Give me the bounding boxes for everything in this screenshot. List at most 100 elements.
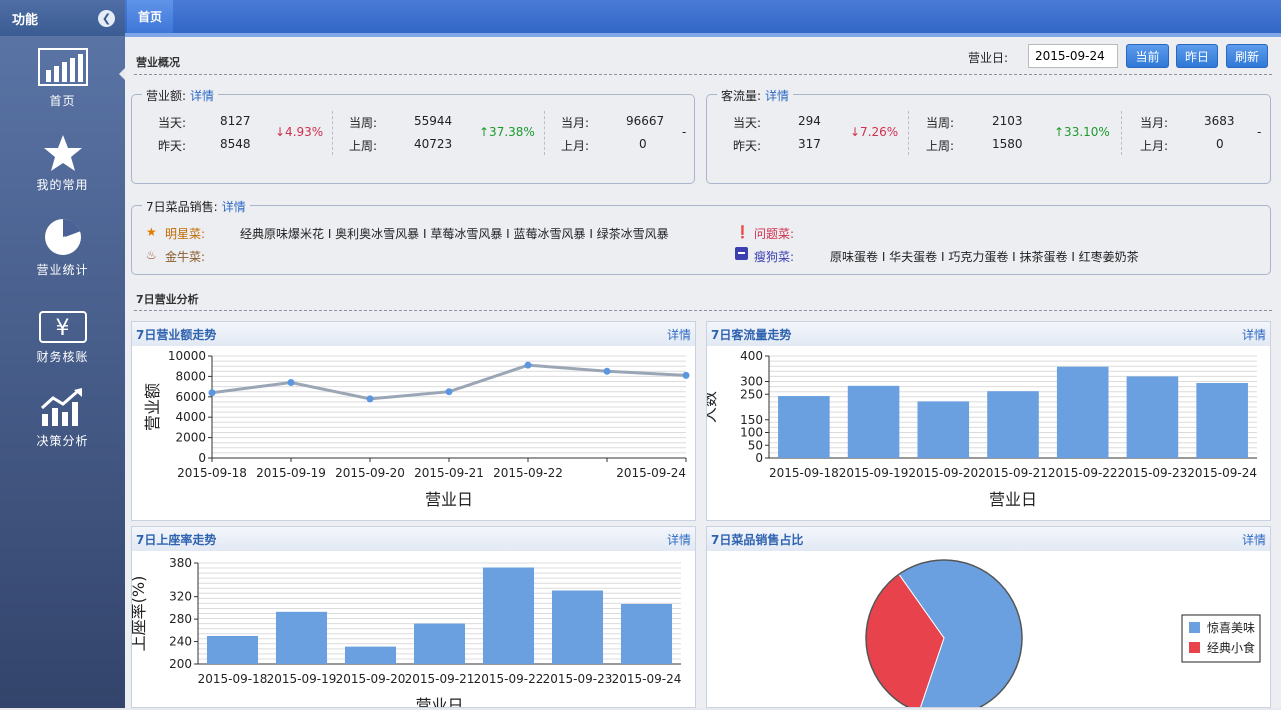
collapse-icon[interactable]: ❮ xyxy=(98,9,115,27)
overview-title: 营业概况 xyxy=(136,56,180,69)
panel-header: 7日菜品销售占比 详情 xyxy=(707,527,1270,551)
y-tick-label: 0 xyxy=(198,451,206,465)
traffic-detail-link[interactable]: 详情 xyxy=(765,89,789,103)
current-button[interactable]: 当前 xyxy=(1126,44,1169,68)
panel-title: 7日上座率走势 xyxy=(136,532,217,547)
x-tick-label: 2015-09-24 xyxy=(1187,466,1257,480)
x-tick-label: 2015-09-18 xyxy=(177,466,247,480)
x-tick-label: 2015-09-20 xyxy=(908,466,978,480)
sidebar-item-label: 财务核账 xyxy=(36,350,89,364)
traffic-month-value: 3683 xyxy=(1204,114,1235,128)
x-tick-label: 2015-09-21 xyxy=(978,466,1048,480)
bar xyxy=(917,401,970,458)
revenue-lastweek-label: 上周: xyxy=(349,139,378,153)
x-tick-label: 2015-09-24 xyxy=(612,672,682,686)
traffic-lastweek-value: 1580 xyxy=(992,137,1023,151)
y-tick-label: 280 xyxy=(169,612,192,626)
sidebar-item-decision[interactable]: 决策分析 xyxy=(0,388,125,449)
panel-title: 7日客流量走势 xyxy=(711,327,792,342)
revenue-month-value: 96667 xyxy=(626,114,665,128)
y-tick-label: 10000 xyxy=(168,349,206,363)
bar xyxy=(987,391,1039,458)
sidebar-item-statistics[interactable]: 营业统计 xyxy=(0,217,125,278)
dish-share-detail-link[interactable]: 详情 xyxy=(1242,531,1266,548)
y-tick-label: 4000 xyxy=(175,410,206,424)
y-tick-label: 320 xyxy=(169,590,192,604)
sidebar-item-home[interactable]: 首页 xyxy=(0,48,125,109)
y-tick-label: 150 xyxy=(740,413,763,427)
x-axis-label: 营业日 xyxy=(415,696,463,707)
x-tick-label: 2015-09-24 xyxy=(616,466,686,480)
traffic-week-label: 当周: xyxy=(926,116,955,130)
dish-detail-link[interactable]: 详情 xyxy=(222,200,246,214)
column-divider xyxy=(908,111,909,155)
data-point xyxy=(445,388,453,396)
panel-header: 7日上座率走势 详情 xyxy=(132,527,695,551)
tab-home[interactable]: 首页 xyxy=(127,0,173,33)
data-point xyxy=(287,379,295,387)
star-dish-label: 明星菜: xyxy=(165,227,206,241)
x-axis-label: 营业日 xyxy=(425,490,473,509)
seat-rate-panel: 7日上座率走势 详情 200 240 280 320 380 2015-09-18 2015-… xyxy=(129,526,696,710)
data-point xyxy=(524,361,532,369)
traffic-yesterday-value: 317 xyxy=(798,137,821,151)
revenue-lastmonth-value: 0 xyxy=(639,137,647,151)
sidebar: 功能 ❮ 首页 我的常用 营业统计 ¥ 财务核账 决策分析 xyxy=(0,0,125,708)
revenue-detail-link[interactable]: 详情 xyxy=(190,89,214,103)
x-tick-label: 2015-09-22 xyxy=(474,672,544,686)
y-tick-label: 50 xyxy=(748,438,763,452)
divider xyxy=(134,310,1272,311)
sidebar-item-label: 首页 xyxy=(49,94,76,108)
x-tick-label: 2015-09-21 xyxy=(414,466,484,480)
data-point xyxy=(603,367,611,375)
x-tick-label: 2015-09-23 xyxy=(543,672,613,686)
traffic-lastmonth-label: 上月: xyxy=(1140,139,1169,153)
x-tick-label: 2015-09-22 xyxy=(493,466,563,480)
traffic-day-change: ↓7.26% xyxy=(850,125,899,139)
y-axis-label: 人数 xyxy=(707,391,719,423)
cash-cow-label: 金牛菜: xyxy=(165,250,206,264)
bar xyxy=(847,385,900,458)
dish-summary-legend: 7日菜品销售: 详情 xyxy=(142,198,250,215)
traffic-week-value: 2103 xyxy=(992,114,1023,128)
revenue-summary: 营业额: 详情 当天: 8127 昨天: 8548 ↓4.93% 当周: 5594… xyxy=(131,87,695,184)
revenue-trend-detail-link[interactable]: 详情 xyxy=(667,326,691,343)
revenue-trend-panel: 7日营业额走势 详情 0 2000 4000 6000 8000 10000 2015-09-… xyxy=(131,321,696,521)
revenue-week-change: ↑37.38% xyxy=(479,125,535,139)
x-tick-label: 2015-09-19 xyxy=(256,466,326,480)
legend-label: 经典小食 xyxy=(1207,640,1255,655)
y-tick-label: 2000 xyxy=(175,431,206,445)
date-label: 营业日: xyxy=(968,51,1009,65)
revenue-day-label: 当天: xyxy=(158,116,187,130)
revenue-day-value: 8127 xyxy=(220,114,251,128)
business-date-input[interactable] xyxy=(1028,44,1118,68)
star-icon xyxy=(43,135,82,171)
revenue-yesterday-value: 8548 xyxy=(220,137,251,151)
yesterday-button[interactable]: 昨日 xyxy=(1176,44,1218,68)
x-tick-label: 2015-09-20 xyxy=(336,672,406,686)
refresh-button[interactable]: 刷新 xyxy=(1226,44,1268,68)
y-tick-label: 0 xyxy=(755,451,763,465)
star-dish-icon: ★ xyxy=(146,225,157,239)
bar xyxy=(551,590,604,664)
sidebar-item-favorites[interactable]: 我的常用 xyxy=(0,134,125,193)
traffic-yesterday-label: 昨天: xyxy=(733,139,762,153)
x-tick-label: 2015-09-19 xyxy=(839,466,909,480)
sidebar-item-finance[interactable]: ¥ 财务核账 xyxy=(0,310,125,365)
divider xyxy=(134,74,1272,75)
top-tab-bar: 首页 xyxy=(125,0,1281,33)
dish-share-pie-chart: 惊喜美味经典小食 xyxy=(865,559,1261,710)
bar xyxy=(413,623,466,664)
traffic-lastweek-label: 上周: xyxy=(926,139,955,153)
traffic-trend-detail-link[interactable]: 详情 xyxy=(1242,326,1266,343)
bar xyxy=(206,635,259,664)
x-tick-label: 2015-09-19 xyxy=(267,672,337,686)
column-divider xyxy=(1121,111,1122,155)
seat-rate-detail-link[interactable]: 详情 xyxy=(667,531,691,548)
sidebar-item-label: 决策分析 xyxy=(36,434,89,448)
sidebar-title: 功能 xyxy=(12,12,39,28)
legend-label: 惊喜美味 xyxy=(1207,620,1255,635)
dish-share-panel: 7日菜品销售占比 详情 惊喜美味经典小食 xyxy=(706,526,1271,710)
bar-chart-icon xyxy=(37,48,88,86)
main-content: 营业概况 营业日: 当前 昨日 刷新 营业额:详情 当天: 8127 昨天: 8… xyxy=(125,37,1281,710)
